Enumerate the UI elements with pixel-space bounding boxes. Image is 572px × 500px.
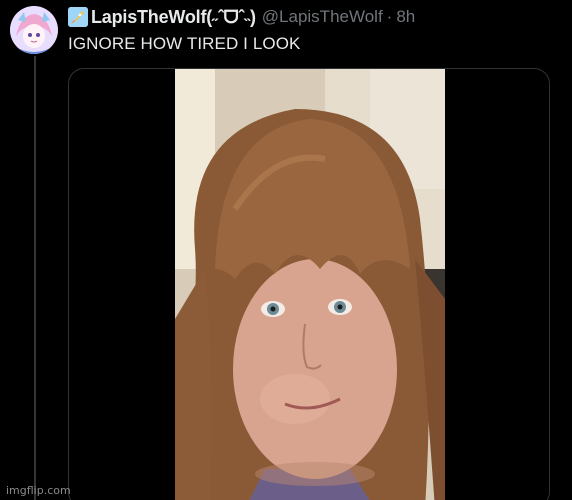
tweet-text: IGNORE HOW TIRED I LOOK — [68, 34, 301, 53]
rocket-icon — [68, 7, 88, 27]
media-container[interactable] — [68, 68, 550, 500]
watermark: imgflip.com — [6, 484, 71, 497]
anime-avatar-icon — [10, 6, 58, 54]
avatar[interactable] — [10, 6, 58, 54]
timestamp[interactable]: 8h — [396, 7, 415, 27]
dot-separator: · — [386, 7, 393, 26]
display-name[interactable]: LapisTheWolf(˶ˆᗜˆ˵) — [91, 7, 256, 28]
selfie-photo[interactable] — [175, 69, 445, 500]
thread-line — [34, 56, 36, 500]
tweet-header: LapisTheWolf(˶ˆᗜˆ˵) @LapisTheWolf · 8h — [68, 6, 415, 28]
user-handle[interactable]: @LapisTheWolf — [262, 7, 383, 27]
